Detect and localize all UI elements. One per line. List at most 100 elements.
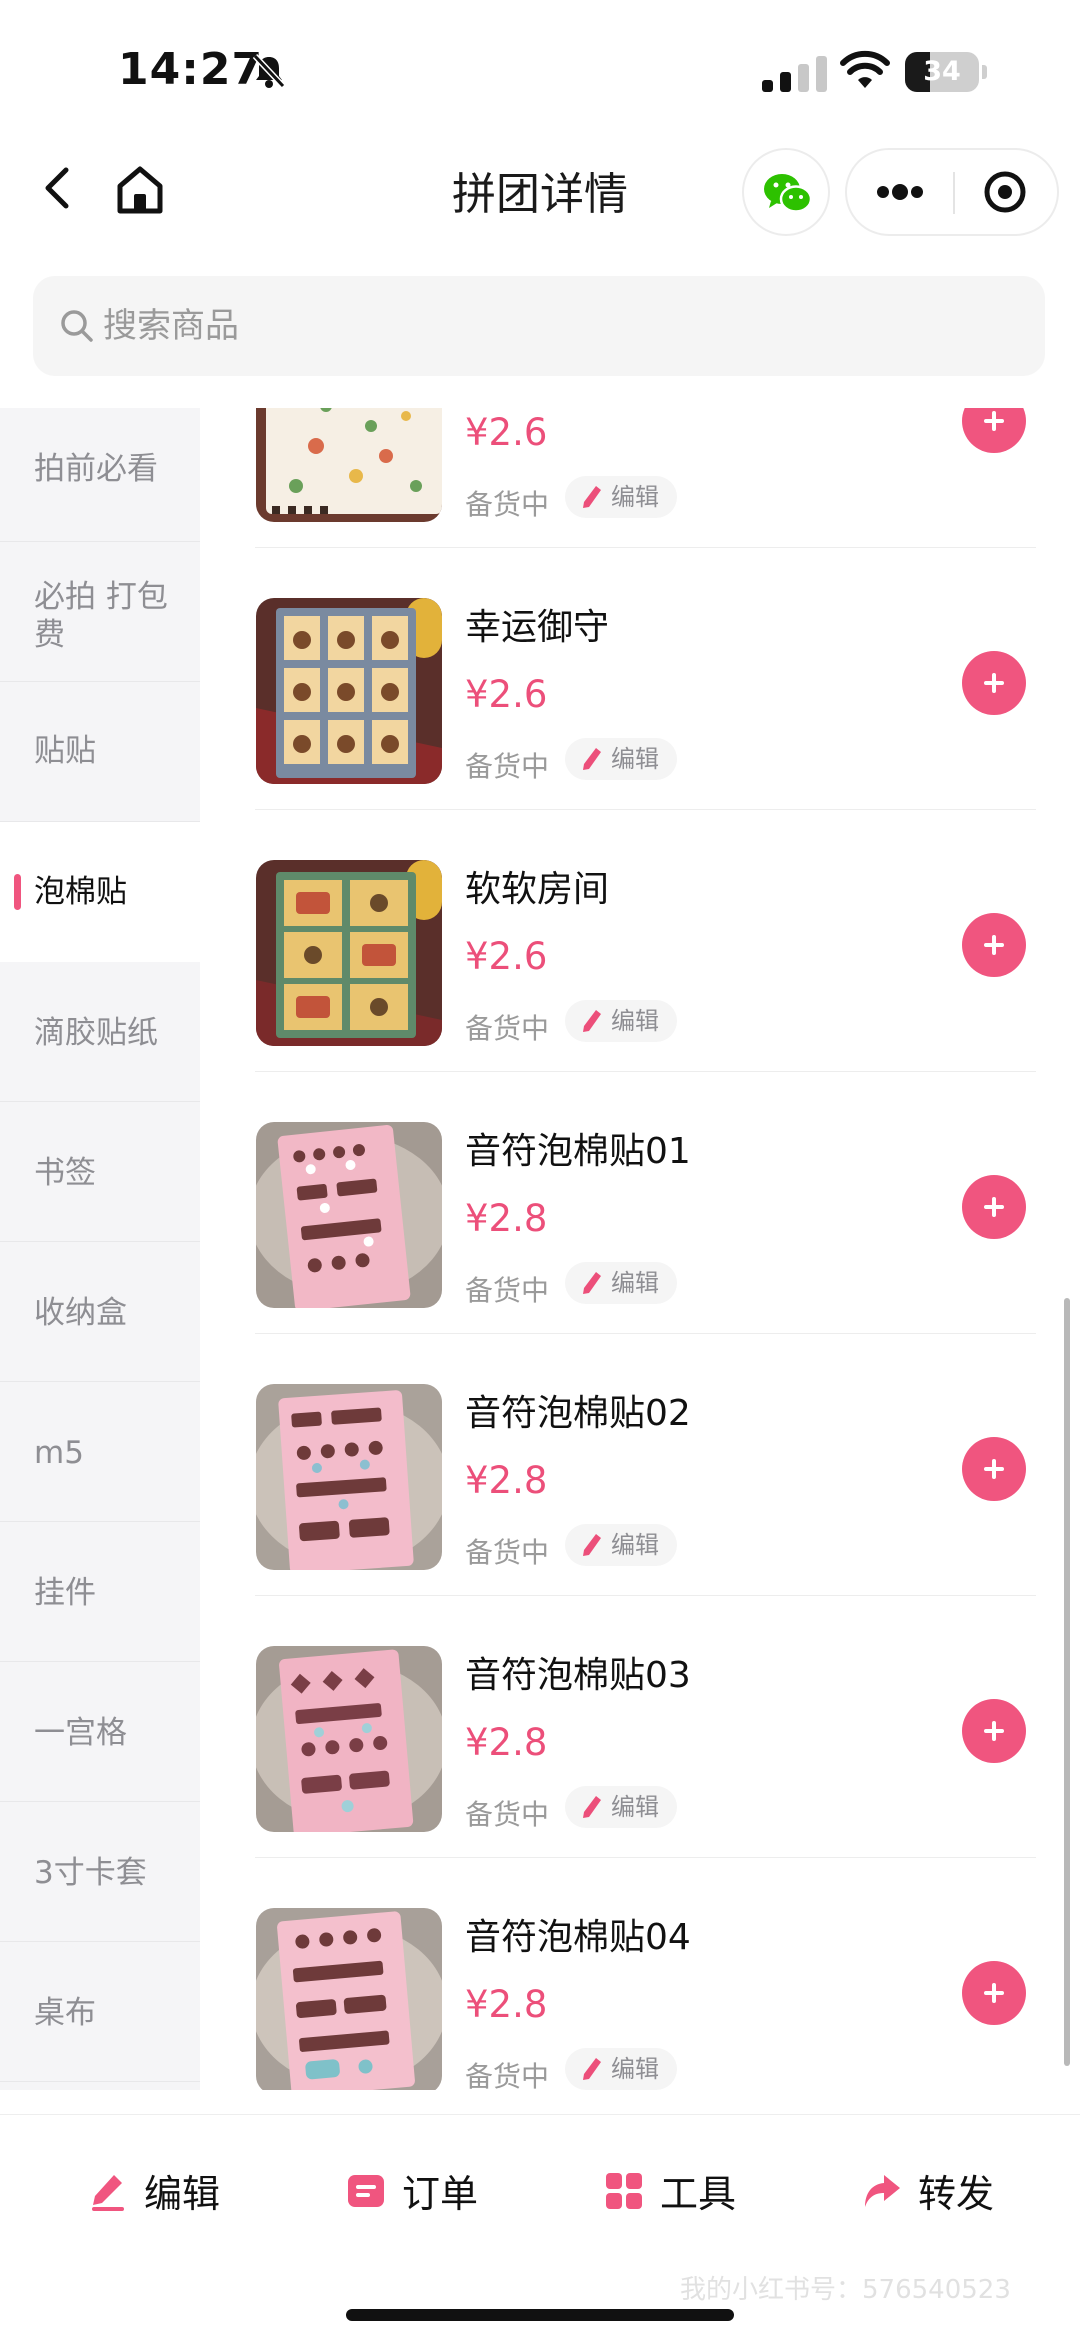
sidebar-item-label: 拍前必看 [34,451,158,487]
pencil-icon [583,2058,601,2080]
product-status: 备货中 [465,2060,550,2090]
sidebar-item-label: 书签 [34,1155,96,1191]
edit-product-button[interactable]: 编辑 [565,1262,677,1304]
edit-label: 编辑 [611,483,659,511]
scrollbar[interactable] [1064,1298,1070,2066]
product-item[interactable]: ¥2.6 备货中 编辑 [200,408,1080,548]
more-dots-icon [877,184,923,200]
sidebar-item-tablecloth[interactable]: 桌布 [0,1942,200,2082]
pencil-icon [583,1534,601,1556]
battery-icon: 34 [905,52,987,92]
product-name: 软软房间 [465,869,610,910]
product-price: ¥2.8 [465,1459,548,1502]
sidebar-item-label: 一宫格 [34,1715,127,1751]
search-input[interactable] [103,276,1003,376]
product-thumbnail [256,1646,442,1832]
sidebar-item-label: 泡棉贴 [34,874,127,910]
add-to-cart-button[interactable] [962,1175,1026,1239]
orders-tab-label: 订单 [402,2172,479,2216]
product-list: ¥2.6 备货中 编辑 幸运御守 ¥2.6 备货中 编辑 软软房间 ¥2.6 备… [200,408,1080,2090]
target-icon [984,171,1026,213]
product-status: 备货中 [465,488,550,521]
sidebar-item-bookmarks[interactable]: 书签 [0,1102,200,1242]
wechat-share-button[interactable] [742,148,830,236]
home-icon[interactable] [110,160,170,220]
watermark: 我的小红书号：576540523 [680,2275,1011,2305]
add-to-cart-button[interactable] [962,913,1026,977]
product-item[interactable]: 软软房间 ¥2.6 备货中 编辑 [200,810,1080,1072]
product-price: ¥2.6 [465,411,548,454]
pencil-icon [583,486,601,508]
product-name: 幸运御守 [465,607,610,648]
product-status: 备货中 [465,1012,550,1045]
add-to-cart-button[interactable] [962,1961,1026,2025]
product-status: 备货中 [465,1798,550,1831]
product-item[interactable]: 幸运御守 ¥2.6 备货中 编辑 [200,548,1080,810]
product-price: ¥2.8 [465,1721,548,1764]
edit-tab-label: 编辑 [144,2172,221,2216]
search-icon [61,310,93,342]
edit-product-button[interactable]: 编辑 [565,2048,677,2090]
home-indicator [346,2309,734,2321]
product-status: 备货中 [465,1274,550,1307]
edit-product-button[interactable]: 编辑 [565,1000,677,1042]
bell-muted-icon [252,53,286,89]
product-status: 备货中 [465,1536,550,1569]
sidebar-item-before-shoot[interactable]: 拍前必看 [0,408,200,542]
sidebar-item-label: 桌布 [34,1995,96,2031]
sidebar-item-pendants[interactable]: 挂件 [0,1522,200,1662]
search-bar[interactable] [33,276,1045,376]
product-name: 音符泡棉贴01 [465,1131,691,1172]
sidebar-item-single-grid[interactable]: 一宫格 [0,1662,200,1802]
sidebar-item-storage-box[interactable]: 收纳盒 [0,1242,200,1382]
add-to-cart-button[interactable] [962,408,1026,453]
product-item[interactable]: 音符泡棉贴04 ¥2.8 备货中 编辑 [200,1858,1080,2090]
edit-pencil-icon [92,2175,124,2211]
pencil-icon [583,748,601,770]
more-button[interactable] [847,150,953,234]
product-name: 音符泡棉贴03 [465,1655,691,1696]
product-item[interactable]: 音符泡棉贴01 ¥2.8 备货中 编辑 [200,1072,1080,1334]
sidebar-item-foam-stickers[interactable]: 泡棉贴 [0,822,200,962]
pencil-icon [583,1010,601,1032]
sidebar-item-label: 必拍 打包费 [34,579,168,653]
edit-label: 编辑 [611,745,659,773]
add-to-cart-button[interactable] [962,1437,1026,1501]
product-thumbnail [256,1908,442,2090]
edit-product-button[interactable]: 编辑 [565,738,677,780]
sidebar-item-card-sleeve[interactable]: 3寸卡套 [0,1802,200,1942]
close-miniprogram-button[interactable] [955,150,1059,234]
sidebar-item-epoxy-stickers[interactable]: 滴胶贴纸 [0,962,200,1102]
sidebar-item-label: 收纳盒 [34,1295,127,1331]
product-price: ¥2.8 [465,1983,548,2026]
back-icon[interactable] [30,160,86,216]
page-title: 拼团详情 [452,169,628,220]
product-item[interactable]: 音符泡棉贴03 ¥2.8 备货中 编辑 [200,1596,1080,1858]
tools-grid-icon [606,2173,642,2209]
product-thumbnail [256,598,442,784]
wechat-icon [764,174,813,213]
edit-product-button[interactable]: 编辑 [565,476,677,518]
sidebar-item-m5[interactable]: m5 [0,1382,200,1522]
sidebar-item-label: 贴贴 [34,733,96,769]
product-item[interactable]: 音符泡棉贴02 ¥2.8 备货中 编辑 [200,1334,1080,1596]
edit-product-button[interactable]: 编辑 [565,1524,677,1566]
add-to-cart-button[interactable] [962,651,1026,715]
sidebar-item-label: 挂件 [34,1575,96,1611]
edit-label: 编辑 [611,2055,659,2083]
tools-tab-label: 工具 [660,2172,737,2216]
cellular-signal-icon [762,56,827,92]
sidebar-item-label: 滴胶贴纸 [34,1015,158,1051]
wifi-icon [840,50,890,88]
edit-product-button[interactable]: 编辑 [565,1786,677,1828]
product-thumbnail [256,408,442,522]
add-to-cart-button[interactable] [962,1699,1026,1763]
sidebar-item-packing-fee[interactable]: 必拍 打包费 [0,542,200,682]
category-sidebar: 拍前必看 必拍 打包费 贴贴 泡棉贴 滴胶贴纸 书签 收纳盒 m5 挂件 一宫格… [0,408,200,2090]
bottom-toolbar: 编辑 订单 工具 转发 我的小红书号：576540523 [0,2114,1080,2341]
edit-label: 编辑 [611,1531,659,1559]
product-price: ¥2.6 [465,673,548,716]
product-thumbnail [256,1384,442,1570]
sidebar-item-stickers[interactable]: 贴贴 [0,682,200,822]
orders-icon [348,2175,384,2207]
